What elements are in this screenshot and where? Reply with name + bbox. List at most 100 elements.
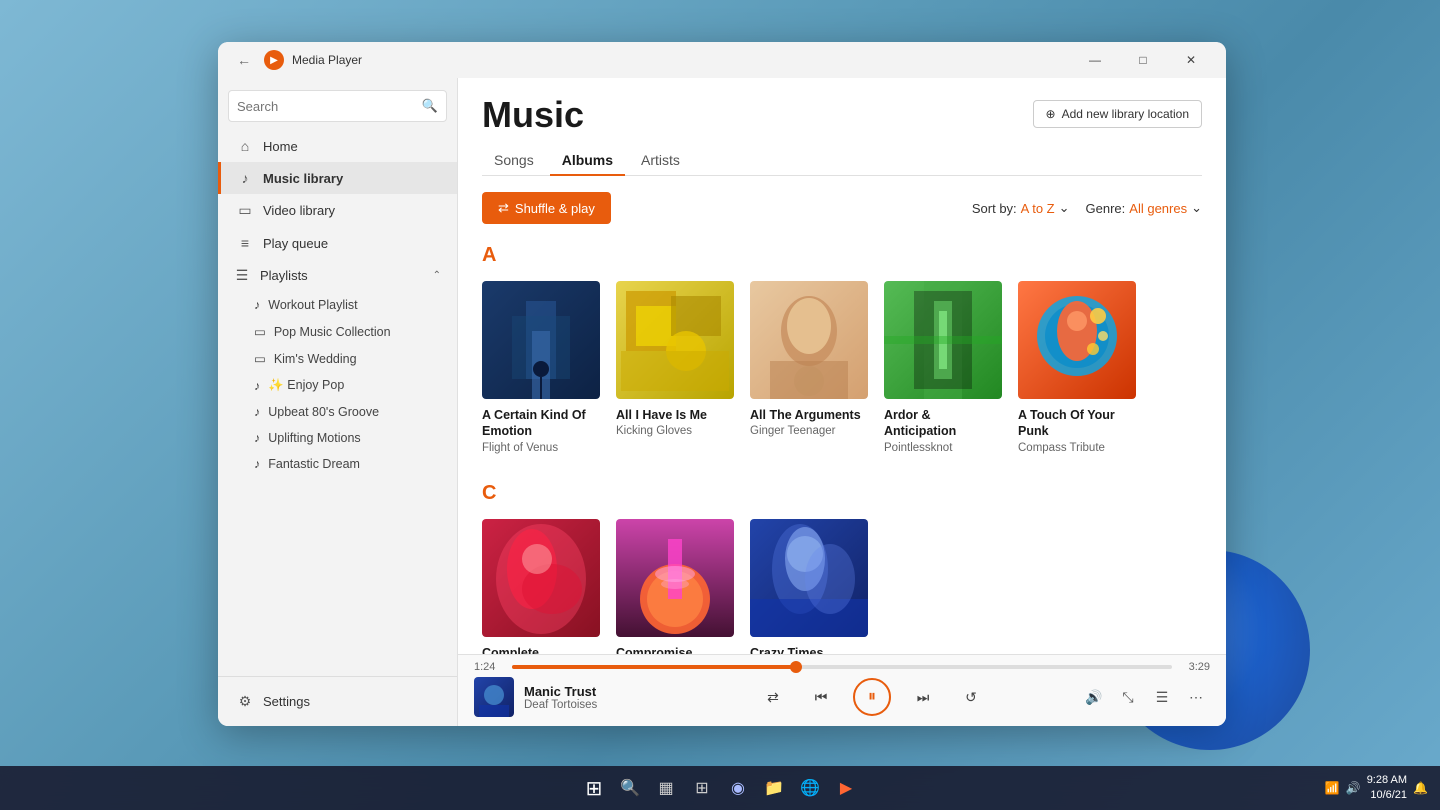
- album-artist-1: Kicking Gloves: [616, 425, 734, 437]
- album-card-0[interactable]: A Certain Kind Of Emotion Flight of Venu…: [482, 281, 600, 454]
- album-art-0: [482, 281, 600, 399]
- progress-fill: [512, 665, 796, 669]
- volume-icon[interactable]: 🔊: [1080, 683, 1108, 711]
- album-card-2[interactable]: All The Arguments Ginger Teenager: [750, 281, 868, 454]
- album-card-5[interactable]: Complete Strangers Corbin Revival: [482, 519, 600, 655]
- album-card-3[interactable]: Ardor & Anticipation Pointlessknot: [884, 281, 1002, 454]
- tab-albums[interactable]: Albums: [550, 146, 625, 176]
- album-art-1: [616, 281, 734, 399]
- minimize-button[interactable]: —: [1072, 42, 1118, 78]
- taskbar-explorer-button[interactable]: 📁: [758, 772, 790, 804]
- album-title-2: All The Arguments: [750, 407, 868, 423]
- back-button[interactable]: ←: [230, 46, 258, 74]
- content-scroll[interactable]: ⇄ Shuffle & play Sort by: A to Z ⌄ Genre…: [458, 176, 1226, 654]
- genre-label: Genre:: [1086, 201, 1126, 216]
- play-queue-icon: ≡: [237, 235, 253, 251]
- sidebar-settings-label: Settings: [263, 694, 310, 709]
- tab-artists[interactable]: Artists: [629, 146, 692, 176]
- taskbar-start-button[interactable]: ⊞: [578, 772, 610, 804]
- previous-button[interactable]: ⏮: [805, 681, 837, 713]
- album-art-2: [750, 281, 868, 399]
- taskbar-media-button[interactable]: ▶: [830, 772, 862, 804]
- content-toolbar: ⇄ Shuffle & play Sort by: A to Z ⌄ Genre…: [482, 192, 1202, 224]
- playlist-item-4[interactable]: ♪ Upbeat 80's Groove: [218, 399, 457, 425]
- playlists-section-header[interactable]: ☰ Playlists ⌃: [218, 259, 457, 292]
- content-header-top: Music ⊕ Add new library location: [482, 94, 1202, 136]
- sidebar-nav: ⌂ Home ♪ Music library ▭ Video library ≡…: [218, 130, 457, 676]
- album-card-6[interactable]: Compromise Moves Fast Pete Brown: [616, 519, 734, 655]
- taskbar-edge-button[interactable]: 🌐: [794, 772, 826, 804]
- progress-bar[interactable]: [512, 665, 1172, 669]
- search-icon: 🔍: [422, 98, 438, 114]
- progress-knob[interactable]: [790, 661, 802, 673]
- sidebar-item-home[interactable]: ⌂ Home: [218, 130, 457, 162]
- sidebar-video-library-label: Video library: [263, 203, 335, 218]
- album-card-7[interactable]: Crazy Times Saving Gabrielle: [750, 519, 868, 655]
- sidebar-item-settings[interactable]: ⚙ Settings: [218, 685, 457, 718]
- album-card-1[interactable]: All I Have Is Me Kicking Gloves: [616, 281, 734, 454]
- playback-controls: ⇄ ⏮ ⏸ ⏭ ↺: [674, 678, 1070, 716]
- sidebar-home-label: Home: [263, 139, 298, 154]
- playlist-icon-6: ♪: [254, 457, 260, 471]
- search-box[interactable]: 🔍: [228, 90, 447, 122]
- playlist-item-2[interactable]: ▭ Kim's Wedding: [218, 345, 457, 372]
- playlist-item-1[interactable]: ▭ Pop Music Collection: [218, 318, 457, 345]
- search-input[interactable]: [237, 99, 422, 114]
- playlist-name-0: Workout Playlist: [268, 298, 357, 312]
- playlist-item-3[interactable]: ♪ ✨ Enjoy Pop: [218, 372, 457, 399]
- sort-button[interactable]: Sort by: A to Z ⌄: [972, 200, 1070, 216]
- shuffle-button[interactable]: ⇄: [757, 681, 789, 713]
- tab-songs[interactable]: Songs: [482, 146, 546, 176]
- shuffle-play-button[interactable]: ⇄ Shuffle & play: [482, 192, 611, 224]
- music-library-icon: ♪: [237, 170, 253, 186]
- taskbar-clock[interactable]: 9:28 AM 10/6/21: [1367, 773, 1407, 804]
- playlist-icon-5: ♪: [254, 431, 260, 445]
- playlist-music-icon-0: ♪: [254, 298, 260, 312]
- total-time: 3:29: [1180, 661, 1210, 673]
- album-artist-4: Compass Tribute: [1018, 442, 1136, 454]
- miniplayer-button[interactable]: ⤡: [1114, 683, 1142, 711]
- playlist-name-4: Upbeat 80's Groove: [268, 405, 379, 419]
- maximize-button[interactable]: □: [1120, 42, 1166, 78]
- close-button[interactable]: ✕: [1168, 42, 1214, 78]
- sidebar-item-video-library[interactable]: ▭ Video library: [218, 194, 457, 227]
- genre-button[interactable]: Genre: All genres ⌄: [1086, 200, 1202, 216]
- taskbar-teams-button[interactable]: ◉: [722, 772, 754, 804]
- album-artist-2: Ginger Teenager: [750, 425, 868, 437]
- playlist-item-6[interactable]: ♪ Fantastic Dream: [218, 451, 457, 477]
- playlists-label: Playlists: [260, 268, 308, 283]
- sidebar-item-music-library[interactable]: ♪ Music library: [218, 162, 457, 194]
- sort-genre-controls: Sort by: A to Z ⌄ Genre: All genres ⌄: [972, 200, 1202, 216]
- play-pause-button[interactable]: ⏸: [853, 678, 891, 716]
- sidebar-item-play-queue[interactable]: ≡ Play queue: [218, 227, 457, 259]
- title-bar: ← ▶ Media Player — □ ✕: [218, 42, 1226, 78]
- album-title-1: All I Have Is Me: [616, 407, 734, 423]
- taskbar-center: ⊞ 🔍 ▦ ⊞ ◉ 📁 🌐 ▶: [578, 772, 862, 804]
- add-library-button[interactable]: ⊕ Add new library location: [1033, 100, 1202, 128]
- sidebar-music-library-label: Music library: [263, 171, 343, 186]
- right-controls: 🔊 ⤡ ☰ ⋯: [1070, 683, 1210, 711]
- app-body: 🔍 ⌂ Home ♪ Music library ▭ Video library…: [218, 78, 1226, 726]
- playlist-item-0[interactable]: ♪ Workout Playlist: [218, 292, 457, 318]
- sidebar-play-queue-label: Play queue: [263, 236, 328, 251]
- taskbar-taskview-button[interactable]: ▦: [650, 772, 682, 804]
- main-content: Music ⊕ Add new library location Songs A…: [458, 78, 1226, 726]
- section-a-header: A: [482, 244, 1202, 267]
- sidebar: 🔍 ⌂ Home ♪ Music library ▭ Video library…: [218, 78, 458, 726]
- playlists-icon: ☰: [234, 267, 250, 284]
- taskbar-widgets-button[interactable]: ⊞: [686, 772, 718, 804]
- more-options-button[interactable]: ⋯: [1182, 683, 1210, 711]
- sidebar-bottom: ⚙ Settings: [218, 676, 457, 726]
- home-icon: ⌂: [237, 138, 253, 154]
- playlist-item-5[interactable]: ♪ Uplifting Motions: [218, 425, 457, 451]
- album-art-3: [884, 281, 1002, 399]
- album-card-4[interactable]: A Touch Of Your Punk Compass Tribute: [1018, 281, 1136, 454]
- album-title-7: Crazy Times: [750, 645, 868, 655]
- sort-value: A to Z: [1021, 201, 1055, 216]
- queue-button[interactable]: ☰: [1148, 683, 1176, 711]
- shuffle-icon: ⇄: [498, 200, 509, 216]
- repeat-button[interactable]: ↺: [955, 681, 987, 713]
- next-button[interactable]: ⏭: [907, 681, 939, 713]
- taskbar-notification-icon[interactable]: 🔔: [1413, 781, 1428, 795]
- taskbar-search-button[interactable]: 🔍: [614, 772, 646, 804]
